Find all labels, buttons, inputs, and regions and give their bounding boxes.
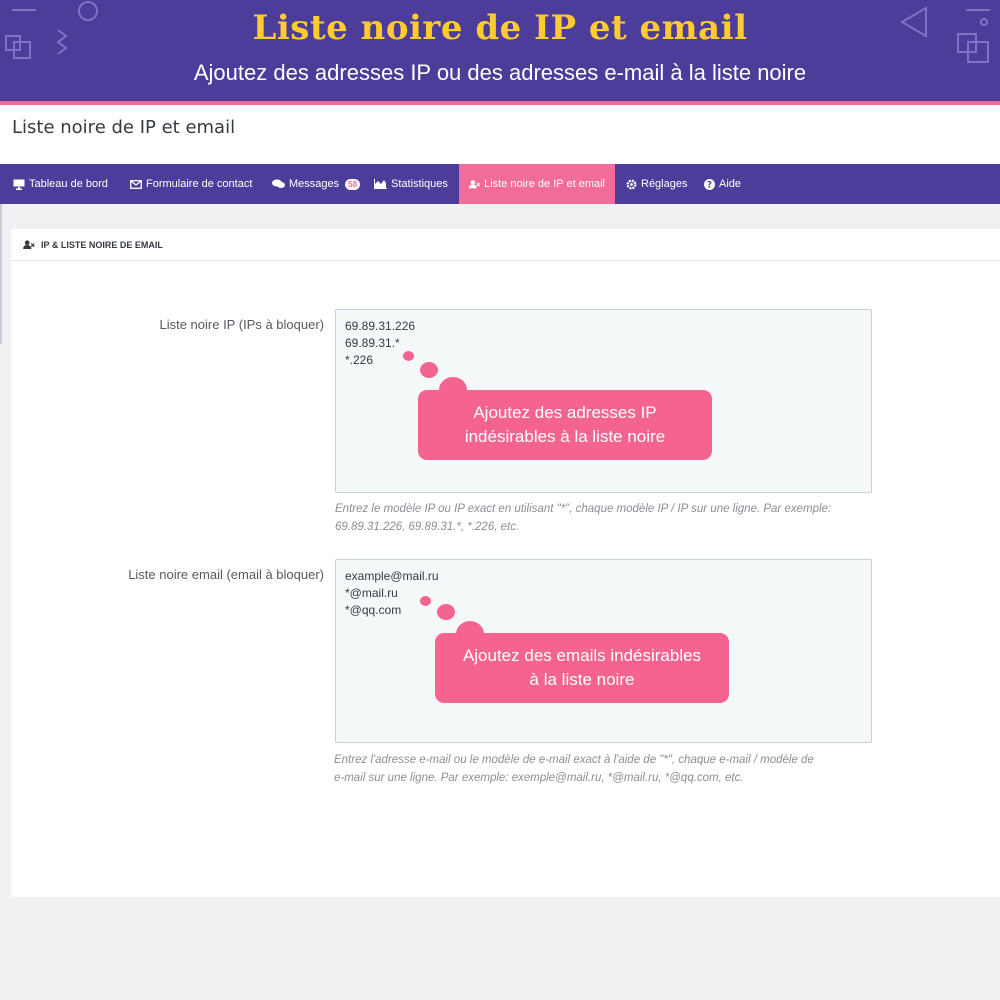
svg-text:?: ? bbox=[707, 180, 712, 189]
panel-header: IP & LISTE NOIRE DE EMAIL bbox=[11, 229, 1000, 261]
callout-line: Ajoutez des adresses IP bbox=[473, 403, 657, 422]
email-entry: example@mail.ru bbox=[345, 569, 439, 583]
monitor-icon bbox=[13, 179, 25, 190]
tab-label: Réglages bbox=[641, 178, 688, 190]
email-blacklist-content: example@mail.ru *@mail.ru *@qq.com bbox=[345, 568, 439, 619]
area-chart-icon bbox=[374, 179, 387, 189]
callout-dot bbox=[403, 351, 414, 361]
tab-liste-noire[interactable]: Liste noire de IP et email bbox=[459, 164, 615, 204]
ip-help-text: Entrez le modèle IP ou IP exact en utili… bbox=[335, 503, 832, 533]
user-times-icon bbox=[23, 240, 35, 249]
email-blacklist-label: Liste noire email (email à bloquer) bbox=[128, 567, 324, 582]
envelope-icon bbox=[130, 179, 142, 189]
comments-icon bbox=[272, 179, 285, 188]
banner-title: Liste noire de IP et email bbox=[252, 8, 748, 48]
tab-label: Aide bbox=[719, 178, 742, 190]
tab-label: Statistiques bbox=[391, 178, 448, 190]
callout-line: à la liste noire bbox=[529, 670, 635, 689]
tab-statistiques[interactable]: Statistiques bbox=[367, 164, 455, 204]
tab-reglages[interactable]: Réglages bbox=[620, 164, 693, 204]
ip-blacklist-label: Liste noire IP (IPs à bloquer) bbox=[159, 317, 324, 332]
callout-line: Ajoutez des emails indésirables bbox=[462, 646, 702, 665]
callout-line: indésirables à la liste noire bbox=[464, 427, 666, 446]
tab-aide[interactable]: ? Aide bbox=[698, 164, 747, 204]
tab-messages[interactable]: Messages 58 bbox=[265, 164, 367, 204]
question-circle-icon: ? bbox=[704, 178, 715, 190]
page-title: Liste noire de IP et email bbox=[12, 117, 236, 138]
callout-dot bbox=[437, 604, 455, 620]
tab-label: Tableau de bord bbox=[29, 178, 108, 190]
callout-dot bbox=[420, 362, 438, 378]
tab-label: Messages bbox=[289, 178, 340, 190]
tab-label: Liste noire de IP et email bbox=[484, 178, 605, 190]
banner-subtitle: Ajoutez des adresses IP ou des adresses … bbox=[193, 60, 807, 85]
ip-entry: 69.89.31.226 bbox=[345, 319, 416, 333]
callout-dot bbox=[420, 596, 431, 606]
messages-count-badge: 58 bbox=[345, 178, 361, 190]
promo-banner: Liste noire de IP et email Ajoutez des a… bbox=[0, 0, 1000, 102]
tab-tableau-de-bord[interactable]: Tableau de bord bbox=[8, 164, 113, 204]
ip-entry: 69.89.31.* bbox=[345, 336, 400, 350]
email-callout-bubble: Ajoutez des emails indésirables à la lis… bbox=[435, 633, 729, 703]
tab-label: Formulaire de contact bbox=[146, 178, 253, 190]
left-edge-divider bbox=[0, 204, 2, 344]
panel-title: IP & LISTE NOIRE DE EMAIL bbox=[41, 239, 163, 250]
tab-formulaire-de-contact[interactable]: Formulaire de contact bbox=[124, 164, 258, 204]
ip-callout-bubble: Ajoutez des adresses IP indésirables à l… bbox=[418, 390, 712, 460]
ip-blacklist-content: 69.89.31.226 69.89.31.* *.226 bbox=[345, 318, 415, 369]
module-tabs: Tableau de bord Formulaire de contact Me… bbox=[0, 164, 1000, 204]
gear-icon bbox=[626, 179, 637, 189]
email-help-text: Entrez l'adresse e-mail ou le modèle de … bbox=[334, 754, 814, 784]
user-times-icon bbox=[469, 180, 481, 189]
